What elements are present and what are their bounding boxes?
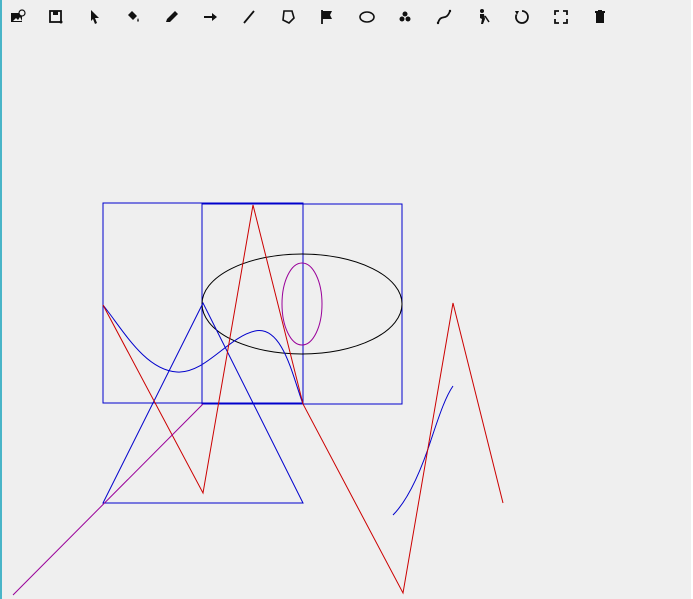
rotate-icon xyxy=(513,8,531,26)
purple-ellipse xyxy=(281,262,323,346)
arrow-right-icon xyxy=(201,8,219,26)
pencil-icon xyxy=(163,8,181,26)
curve-icon xyxy=(435,8,453,26)
fullscreen-button[interactable] xyxy=(549,5,573,29)
open-image-icon xyxy=(9,8,27,26)
pointer-icon xyxy=(86,8,104,26)
figure-icon xyxy=(474,8,492,26)
save-button[interactable] xyxy=(44,5,68,29)
ellipse-button[interactable] xyxy=(355,5,379,29)
select-button[interactable] xyxy=(83,5,107,29)
blue-curve-main xyxy=(102,304,304,405)
drawing-app xyxy=(0,0,693,599)
paint-bucket-icon xyxy=(124,8,142,26)
fullscreen-icon xyxy=(552,8,570,26)
spiral-button[interactable] xyxy=(393,5,417,29)
figure-button[interactable] xyxy=(471,5,495,29)
drawing-canvas[interactable] xyxy=(0,0,693,599)
polygon-button[interactable] xyxy=(276,5,300,29)
line-icon xyxy=(240,8,258,26)
pencil-button[interactable] xyxy=(160,5,184,29)
ellipse-icon xyxy=(358,8,376,26)
black-ellipse xyxy=(201,253,403,355)
fill-button[interactable] xyxy=(121,5,145,29)
arrow-button[interactable] xyxy=(198,5,222,29)
open-image-button[interactable] xyxy=(6,5,30,29)
flag-button[interactable] xyxy=(315,5,339,29)
spiral-icon xyxy=(396,8,414,26)
purple-diagonal-line xyxy=(12,403,204,596)
flag-icon xyxy=(318,8,336,26)
polygon-icon xyxy=(279,8,297,26)
line-button[interactable] xyxy=(237,5,261,29)
delete-button[interactable] xyxy=(588,5,612,29)
toolbar xyxy=(0,0,693,34)
trash-icon xyxy=(591,8,609,26)
blue-rectangle-right xyxy=(201,203,403,405)
curve-button[interactable] xyxy=(432,5,456,29)
rotate-button[interactable] xyxy=(510,5,534,29)
blue-curve-small xyxy=(392,385,454,516)
save-icon xyxy=(47,8,65,26)
